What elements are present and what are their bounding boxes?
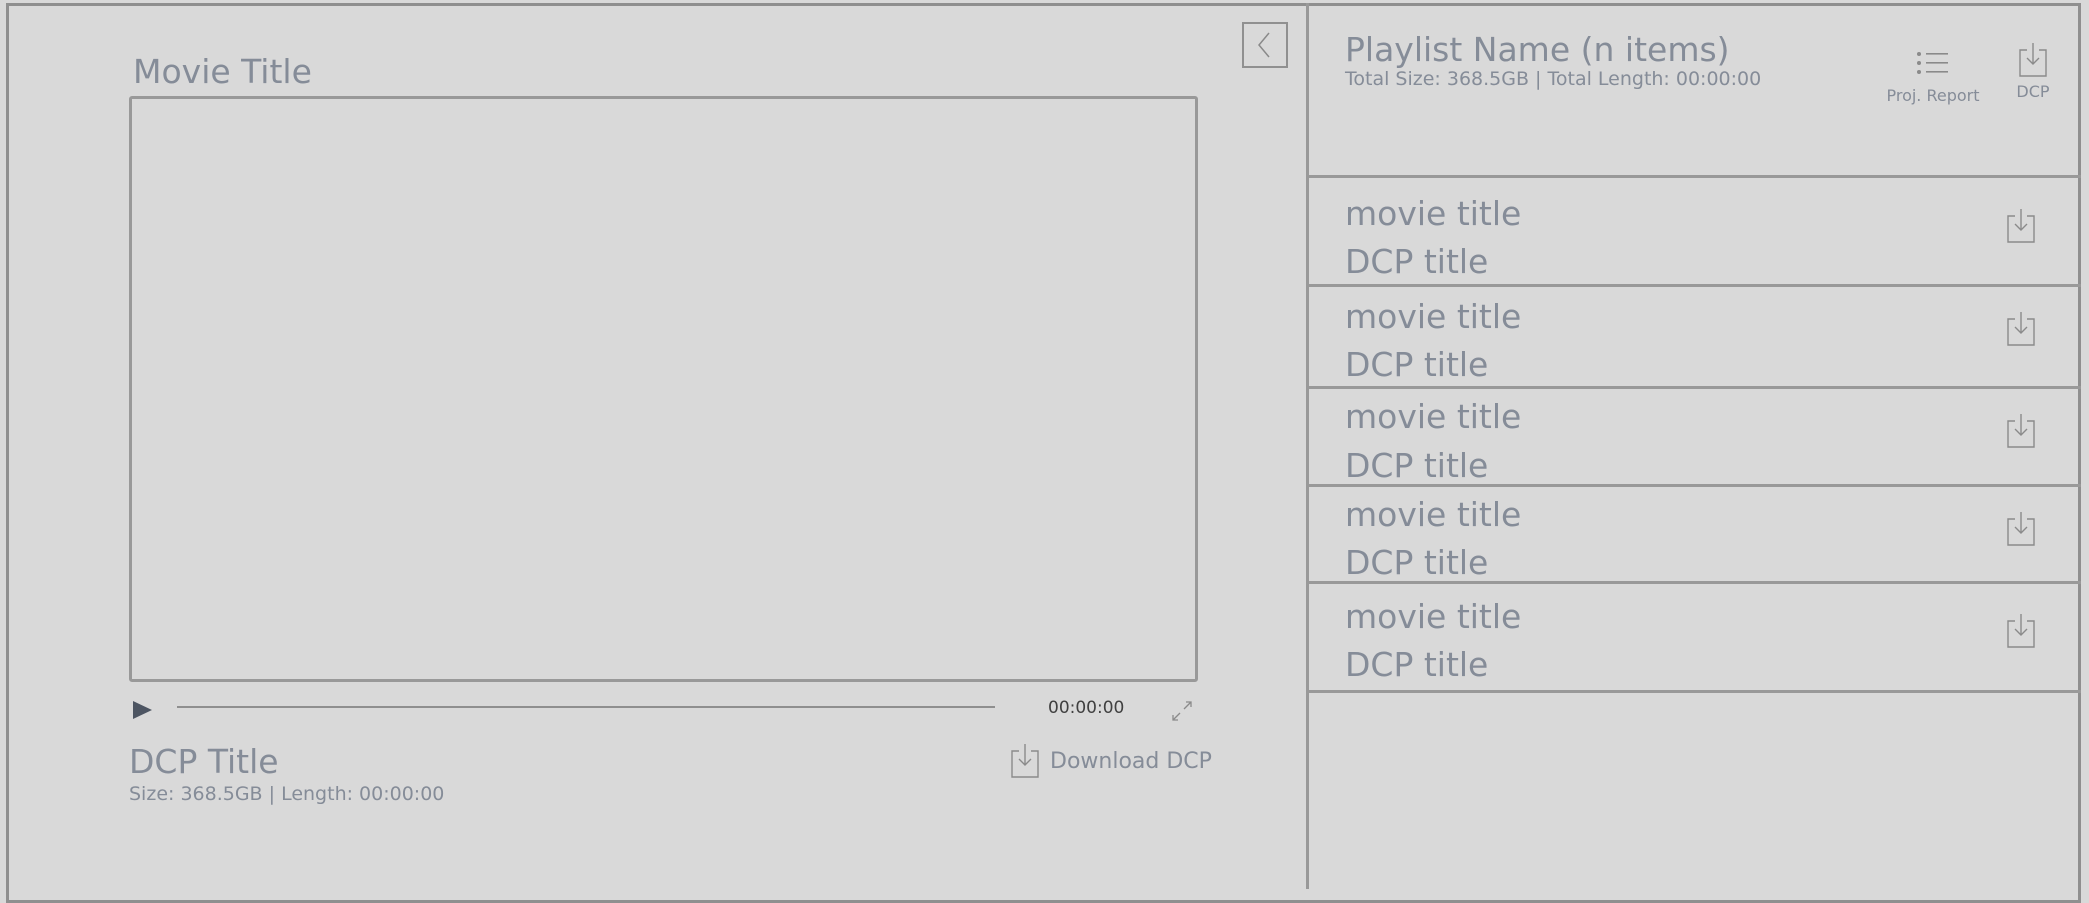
playlist-item-dcp-title: DCP title: [1345, 345, 1489, 384]
list-icon: [1917, 52, 1948, 74]
playlist-item-dcp-title: DCP title: [1345, 446, 1489, 485]
download-dcp-label: Download DCP: [1050, 748, 1212, 774]
play-button[interactable]: [131, 698, 155, 722]
playlist-item-movie-title: movie title: [1345, 495, 1522, 534]
movie-title: Movie Title: [133, 52, 312, 91]
item-download-button[interactable]: [2006, 311, 2036, 347]
playlist-item-movie-title: movie title: [1345, 597, 1522, 636]
playlist-item-dcp-title: DCP title: [1345, 543, 1489, 582]
download-icon: [2007, 209, 2035, 243]
play-icon: [133, 701, 152, 719]
playlist-dcp-label: DCP: [2016, 82, 2050, 101]
download-icon: [2019, 43, 2047, 77]
dcp-meta: Size: 368.5GB | Length: 00:00:00: [129, 783, 445, 805]
video-player[interactable]: [129, 96, 1198, 682]
download-icon: [2007, 512, 2035, 546]
proj-report-label: Proj. Report: [1886, 86, 1980, 105]
collapse-panel-button[interactable]: [1242, 22, 1288, 68]
chevron-left-icon: [1258, 32, 1270, 58]
fullscreen-button[interactable]: [1170, 699, 1194, 723]
download-icon: [2007, 414, 2035, 448]
playlist-item-movie-title: movie title: [1345, 297, 1522, 336]
dcp-title: DCP Title: [129, 742, 279, 781]
playlist-item-movie-title: movie title: [1345, 397, 1522, 436]
playlist-items: movie title DCP title movie title DCP ti…: [1309, 175, 2081, 693]
playlist-item-dcp-title: DCP title: [1345, 645, 1489, 684]
playlist-item[interactable]: movie title DCP title: [1309, 284, 2081, 386]
item-download-button[interactable]: [2006, 413, 2036, 449]
playlist-item[interactable]: movie title DCP title: [1309, 175, 2081, 284]
playlist-dcp-button[interactable]: DCP: [2005, 42, 2061, 101]
playlist-list-end: [1309, 690, 2081, 693]
playlist-name: Playlist Name (n items): [1345, 30, 1730, 69]
playlist-item-dcp-title: DCP title: [1345, 242, 1489, 281]
playlist-item[interactable]: movie title DCP title: [1309, 581, 2081, 690]
item-download-button[interactable]: [2006, 613, 2036, 649]
download-dcp-button[interactable]: Download DCP: [1010, 743, 1212, 779]
expand-icon: [1172, 701, 1192, 721]
playback-time: 00:00:00: [1048, 698, 1125, 718]
download-icon: [1011, 744, 1039, 778]
playlist-item[interactable]: movie title DCP title: [1309, 386, 2081, 485]
playlist-item-movie-title: movie title: [1345, 194, 1522, 233]
playlist-meta: Total Size: 368.5GB | Total Length: 00:0…: [1345, 68, 1762, 90]
download-icon: [2007, 614, 2035, 648]
item-download-button[interactable]: [2006, 511, 2036, 547]
seek-bar[interactable]: [177, 706, 995, 708]
item-download-button[interactable]: [2006, 208, 2036, 244]
download-icon: [2007, 312, 2035, 346]
proj-report-button[interactable]: Proj. Report: [1880, 48, 1986, 105]
playlist-item[interactable]: movie title DCP title: [1309, 484, 2081, 582]
